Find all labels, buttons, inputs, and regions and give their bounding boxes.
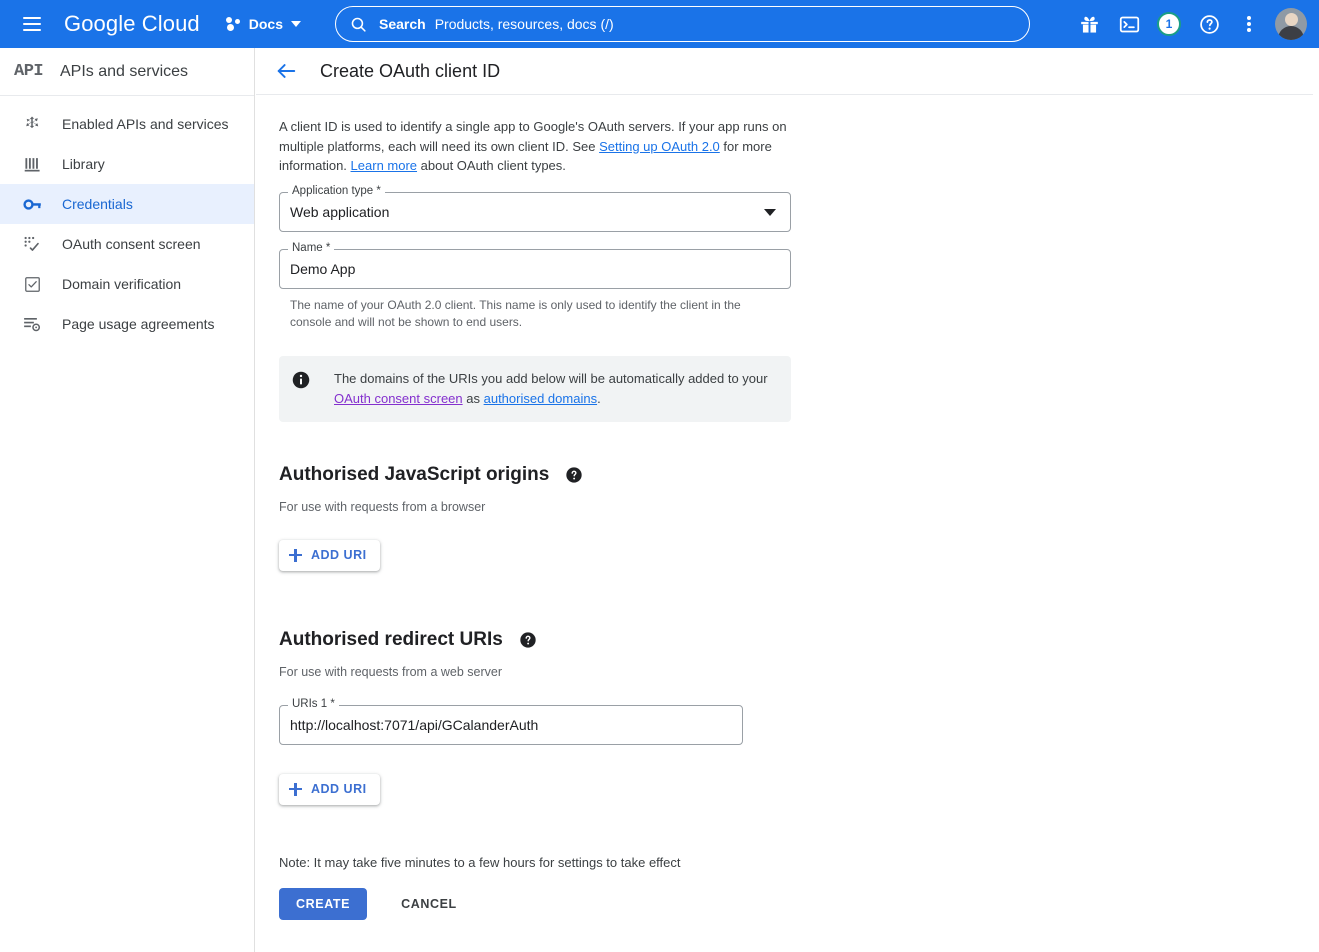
dropdown-arrow-icon: [764, 209, 776, 216]
info-banner-text: The domains of the URIs you add below wi…: [334, 369, 777, 409]
sidebar-item-oauth-consent-screen[interactable]: OAuth consent screen: [0, 224, 254, 264]
enabled-apis-icon: [22, 114, 42, 134]
redirect-uri-label: URIs 1 *: [288, 697, 339, 711]
chevron-down-icon: [291, 21, 301, 27]
search-input[interactable]: Search Products, resources, docs (/): [335, 6, 1030, 42]
authorised-domains-link[interactable]: authorised domains: [484, 391, 597, 406]
redirect-uri-field-1[interactable]: URIs 1 * http://localhost:7071/api/GCala…: [279, 705, 743, 745]
sidebar-item-enabled-apis[interactable]: Enabled APIs and services: [0, 104, 254, 144]
sidebar-item-label: Credentials: [62, 197, 133, 211]
page-usage-agreements-icon: [22, 314, 42, 334]
sidebar-item-credentials[interactable]: Credentials: [0, 184, 254, 224]
help-circle-icon[interactable]: [566, 467, 582, 483]
sidebar-item-label: Domain verification: [62, 277, 181, 291]
sidebar: API APIs and services Enabled APIs and s…: [0, 48, 255, 952]
project-name-label: Docs: [249, 16, 283, 32]
create-button[interactable]: CREATE: [279, 888, 367, 920]
application-type-select[interactable]: Application type * Web application: [279, 192, 791, 232]
sidebar-item-label: Library: [62, 157, 105, 171]
form-actions: CREATE CANCEL: [279, 888, 1319, 920]
search-label: Search: [379, 16, 426, 32]
top-bar-actions: 1: [1069, 0, 1311, 48]
google-cloud-logo[interactable]: Google Cloud: [64, 11, 200, 37]
page-title: Create OAuth client ID: [320, 61, 500, 82]
add-uri-label: ADD URI: [311, 548, 367, 562]
name-label: Name *: [288, 241, 334, 255]
redirect-uris-section: Authorised redirect URIs For use with re…: [279, 629, 1319, 805]
top-app-bar: Google Cloud Docs Search Products, resou…: [0, 0, 1319, 48]
domain-verification-icon: [22, 274, 42, 294]
redirect-uri-value: http://localhost:7071/api/GCalanderAuth: [290, 705, 538, 745]
js-origins-section: Authorised JavaScript origins For use wi…: [279, 464, 1319, 571]
settings-note: Note: It may take five minutes to a few …: [279, 855, 1319, 870]
intro-text-3: about OAuth client types.: [417, 158, 566, 173]
name-field[interactable]: Name * Demo App: [279, 249, 791, 289]
info-text-3: .: [597, 391, 601, 406]
add-uri-button-redirect[interactable]: ADD URI: [279, 774, 380, 805]
cancel-button[interactable]: CANCEL: [389, 888, 469, 920]
intro-paragraph: A client ID is used to identify a single…: [279, 117, 791, 176]
sidebar-nav: Enabled APIs and services Library: [0, 96, 254, 344]
name-helper-text: The name of your OAuth 2.0 client. This …: [290, 297, 760, 331]
info-text-2: as: [463, 391, 484, 406]
project-selector[interactable]: Docs: [222, 8, 305, 40]
add-uri-button-js-origins[interactable]: ADD URI: [279, 540, 380, 571]
sidebar-item-library[interactable]: Library: [0, 144, 254, 184]
setting-up-oauth-link[interactable]: Setting up OAuth 2.0: [599, 139, 720, 154]
main-content: Create OAuth client ID A client ID is us…: [256, 48, 1319, 952]
search-placeholder: Products, resources, docs (/): [435, 16, 614, 32]
info-text-1: The domains of the URIs you add below wi…: [334, 371, 768, 386]
gift-icon[interactable]: [1069, 4, 1109, 44]
user-avatar[interactable]: [1275, 8, 1307, 40]
field-outline: [279, 249, 791, 289]
back-arrow-icon[interactable]: [264, 49, 308, 93]
redirect-uris-header: Authorised redirect URIs: [279, 629, 1319, 651]
api-logo: API: [14, 62, 50, 81]
redirect-uris-subtitle: For use with requests from a web server: [279, 665, 1319, 679]
plus-icon: [289, 549, 302, 562]
help-circle-icon[interactable]: [1189, 4, 1229, 44]
js-origins-subtitle: For use with requests from a browser: [279, 500, 1319, 514]
hamburger-menu-icon[interactable]: [8, 0, 56, 48]
application-type-value: Web application: [290, 192, 389, 232]
sidebar-item-label: Enabled APIs and services: [62, 117, 229, 131]
search-icon: [350, 16, 367, 33]
help-circle-icon[interactable]: [520, 632, 536, 648]
library-icon: [22, 154, 42, 174]
more-vert-icon[interactable]: [1229, 4, 1269, 44]
sidebar-item-page-usage-agreements[interactable]: Page usage agreements: [0, 304, 254, 344]
sidebar-item-domain-verification[interactable]: Domain verification: [0, 264, 254, 304]
add-uri-label: ADD URI: [311, 782, 367, 796]
oauth-consent-screen-link[interactable]: OAuth consent screen: [334, 391, 463, 406]
info-banner: The domains of the URIs you add below wi…: [279, 356, 791, 422]
oauth-consent-icon: [22, 234, 42, 254]
application-type-label: Application type *: [288, 184, 385, 198]
notification-count: 1: [1157, 12, 1181, 36]
notifications-badge[interactable]: 1: [1149, 4, 1189, 44]
sidebar-item-label: Page usage agreements: [62, 317, 215, 331]
info-icon: [292, 371, 310, 389]
name-value: Demo App: [290, 249, 355, 289]
sidebar-header: API APIs and services: [0, 48, 254, 96]
sidebar-title: APIs and services: [60, 63, 188, 81]
key-icon: [22, 194, 42, 214]
page-header: Create OAuth client ID: [256, 48, 1313, 95]
sidebar-item-label: OAuth consent screen: [62, 237, 201, 251]
js-origins-title: Authorised JavaScript origins: [279, 464, 549, 486]
plus-icon: [289, 783, 302, 796]
cloud-shell-terminal-icon[interactable]: [1109, 4, 1149, 44]
learn-more-link[interactable]: Learn more: [351, 158, 417, 173]
js-origins-header: Authorised JavaScript origins: [279, 464, 1319, 486]
project-dots-icon: [226, 16, 242, 32]
redirect-uris-title: Authorised redirect URIs: [279, 629, 503, 651]
